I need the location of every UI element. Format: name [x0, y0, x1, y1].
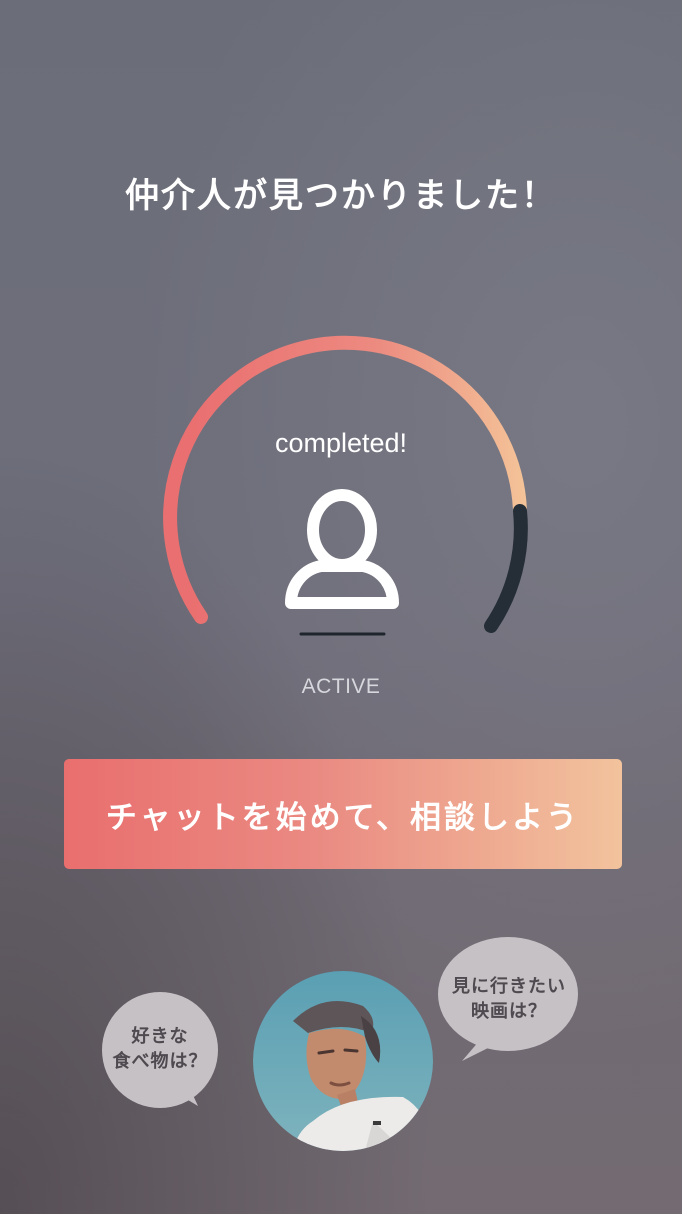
avatar-photo-illustration [253, 971, 433, 1151]
bubble-left-line1: 好きな [131, 1026, 189, 1047]
bubble-right-line2: 映画は？ [471, 1001, 547, 1022]
speech-bubble-left-text: 好きな 食べ物は？ [100, 1024, 220, 1074]
active-label[interactable]: ACTIVE [0, 675, 682, 699]
matched-person-avatar[interactable] [253, 971, 433, 1151]
speech-bubble-right-text: 見に行きたい 映画は？ [438, 974, 580, 1024]
progress-arc-filled [163, 335, 527, 624]
user-outline-icon [285, 489, 399, 609]
progress-arc-remaining [484, 504, 528, 633]
status-text: completed! [274, 428, 408, 458]
bubble-left-line2: 食べ物は？ [112, 1051, 208, 1072]
bubble-right-line1: 見に行きたい [452, 976, 566, 997]
start-chat-button[interactable]: チャットを始めて、相談しよう [64, 759, 622, 869]
progress-gauge [163, 335, 528, 636]
